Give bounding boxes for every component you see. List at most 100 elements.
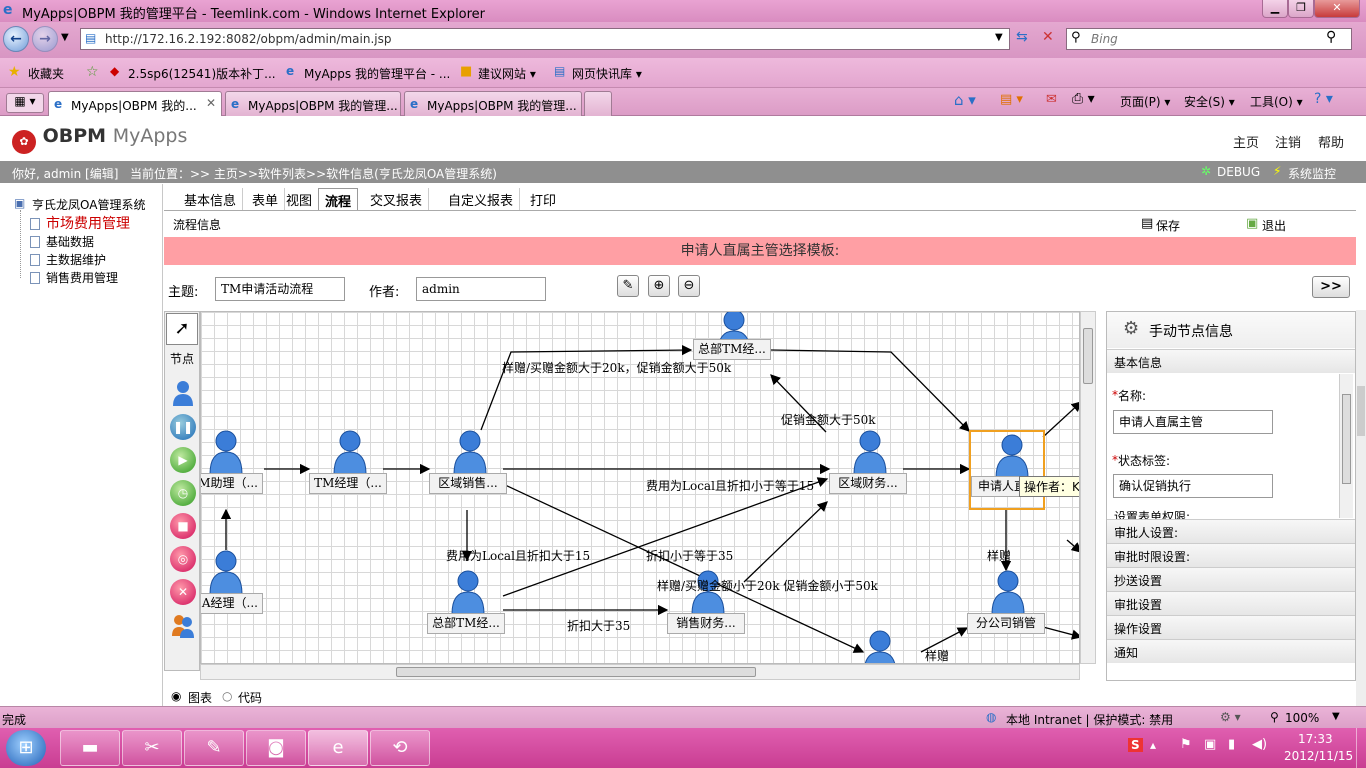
help-link[interactable]: 帮助 bbox=[1318, 132, 1344, 151]
clock-time[interactable]: 17:33 bbox=[1298, 732, 1333, 746]
flow-node[interactable]: M助理（... bbox=[201, 430, 263, 496]
browser-tab-1[interactable]: e MyApps|OBPM 我的... ✕ bbox=[48, 91, 222, 116]
section-cc[interactable]: 抄送设置 bbox=[1107, 567, 1355, 591]
tree-root[interactable]: 亨氏龙凤OA管理系统 bbox=[32, 196, 145, 213]
flow-node[interactable]: 区域财务... bbox=[829, 430, 907, 496]
maximize-button[interactable]: ❐ bbox=[1288, 0, 1314, 18]
history-dropdown-icon[interactable]: ▼ bbox=[61, 32, 69, 43]
help-icon[interactable]: ? ▾ bbox=[1314, 91, 1333, 107]
url-input[interactable]: http://172.16.2.192:8082/obpm/admin/main… bbox=[80, 28, 1010, 50]
network-icon[interactable]: ▣ bbox=[1204, 737, 1216, 752]
zoom-in-icon[interactable]: ⊕ bbox=[648, 275, 670, 297]
favorites-button[interactable]: 收藏夹 bbox=[28, 65, 64, 82]
search-icon[interactable]: ⚲ bbox=[1326, 29, 1336, 45]
section-basic-info[interactable]: 基本信息 bbox=[1107, 349, 1355, 373]
user-greeting[interactable]: 你好, admin [编辑] bbox=[12, 165, 118, 182]
zoom-level[interactable]: 100% bbox=[1285, 711, 1319, 725]
flow-canvas[interactable]: M助理（... TM经理（... 区域销售... 总部TM经... 区域财务..… bbox=[200, 311, 1080, 664]
print-icon[interactable]: ⎙ ▾ bbox=[1072, 91, 1095, 107]
scroll-thumb[interactable] bbox=[1357, 386, 1365, 436]
tab-cross-report[interactable]: 交叉报表 bbox=[364, 188, 430, 210]
start-node-icon[interactable]: ▶ bbox=[170, 447, 196, 473]
tree-item-basic-data[interactable]: 基础数据 bbox=[30, 233, 94, 250]
scroll-thumb[interactable] bbox=[1342, 394, 1351, 484]
flow-node[interactable] bbox=[839, 630, 917, 663]
tools-menu[interactable]: 工具(O) ▾ bbox=[1250, 93, 1303, 110]
flow-node[interactable]: 分公司销管 bbox=[967, 570, 1045, 636]
manual-node-tool[interactable] bbox=[172, 380, 194, 406]
ime-icon[interactable]: S bbox=[1128, 738, 1143, 752]
system-monitor-link[interactable]: 系统监控 bbox=[1288, 165, 1336, 182]
fav-link-patch[interactable]: 2.5sp6(12541)版本补丁... bbox=[128, 65, 276, 82]
home-link[interactable]: 主页 bbox=[1233, 132, 1259, 151]
tab-flow[interactable]: 流程 bbox=[318, 188, 359, 210]
eraser-icon[interactable]: ✎ bbox=[617, 275, 639, 297]
debug-link[interactable]: DEBUG bbox=[1217, 165, 1260, 179]
tree-item-master-data[interactable]: 主数据维护 bbox=[30, 251, 106, 268]
section-approver[interactable]: 审批人设置: bbox=[1107, 519, 1355, 543]
radio-unselected-icon[interactable]: ○ bbox=[222, 689, 232, 703]
scroll-thumb[interactable] bbox=[1083, 328, 1093, 384]
node-name-input[interactable]: 申请人直属主管 bbox=[1113, 410, 1273, 434]
view-option-diagram[interactable]: 图表 bbox=[188, 689, 212, 706]
home-icon[interactable]: ⌂ ▾ bbox=[954, 91, 976, 109]
section-notify[interactable]: 通知 bbox=[1107, 639, 1355, 663]
close-window-button[interactable]: ✕ bbox=[1314, 0, 1360, 18]
snipping-taskbar-icon[interactable]: ✂ bbox=[122, 730, 182, 766]
close-tab-icon[interactable]: ✕ bbox=[206, 96, 216, 110]
exit-button[interactable]: 退出 bbox=[1262, 217, 1286, 234]
outlook-taskbar-icon[interactable]: ◙ bbox=[246, 730, 306, 766]
stop-icon[interactable]: ✕ bbox=[1042, 29, 1054, 45]
clock-date[interactable]: 2012/11/15 bbox=[1284, 749, 1353, 763]
view-option-code[interactable]: 代码 bbox=[238, 689, 262, 706]
state-input[interactable]: 确认促销执行 bbox=[1113, 474, 1273, 498]
forward-button[interactable]: → bbox=[32, 26, 58, 52]
browser-tab-2[interactable]: e MyApps|OBPM 我的管理... bbox=[225, 91, 401, 116]
refresh-icon[interactable]: ⇆ bbox=[1016, 29, 1028, 45]
panel-scrollbar[interactable] bbox=[1339, 374, 1353, 518]
safety-menu[interactable]: 安全(S) ▾ bbox=[1184, 93, 1235, 110]
flow-node[interactable]: TM经理（... bbox=[309, 430, 387, 496]
feeds-icon[interactable]: ▤ ▾ bbox=[1000, 92, 1023, 107]
addons-icon[interactable]: ⚙ ▾ bbox=[1220, 710, 1241, 724]
flow-node[interactable]: A经理（... bbox=[201, 550, 263, 616]
page-scrollbar[interactable] bbox=[1356, 310, 1366, 706]
flow-node-selected[interactable]: 申请人直 bbox=[969, 430, 1045, 510]
fav-web-slice[interactable]: 网页快讯库 ▾ bbox=[572, 65, 642, 82]
zoom-out-icon[interactable]: ⊖ bbox=[678, 275, 700, 297]
subflow-node-icon[interactable] bbox=[170, 612, 196, 638]
arrow-tool-icon[interactable]: ➚ bbox=[166, 313, 198, 345]
flow-node[interactable]: 总部TM经... bbox=[427, 570, 505, 636]
terminate-node-icon[interactable]: ◎ bbox=[170, 546, 196, 572]
start-button[interactable]: ⊞ bbox=[6, 730, 46, 766]
quick-tabs-button[interactable]: ▦ ▾ bbox=[6, 93, 44, 113]
scroll-thumb[interactable] bbox=[396, 667, 756, 677]
url-dropdown-icon[interactable]: ▼ bbox=[995, 32, 1003, 43]
show-hidden-icons-icon[interactable]: ▴ bbox=[1150, 738, 1156, 752]
flag-icon[interactable]: ⚑ bbox=[1180, 737, 1192, 752]
browser-tab-3[interactable]: e MyApps|OBPM 我的管理... bbox=[404, 91, 582, 116]
section-time-limit[interactable]: 审批时限设置: bbox=[1107, 543, 1355, 567]
canvas-horizontal-scrollbar[interactable] bbox=[200, 664, 1080, 680]
pause-node-icon[interactable]: ❚❚ bbox=[170, 414, 196, 440]
section-operations[interactable]: 操作设置 bbox=[1107, 615, 1355, 639]
app-taskbar-icon[interactable]: ⟲ bbox=[370, 730, 430, 766]
search-input[interactable]: Bing bbox=[1066, 28, 1352, 50]
add-favorite-icon[interactable]: ☆ bbox=[86, 64, 99, 80]
tab-view[interactable]: 视图 bbox=[280, 188, 320, 210]
tool-taskbar-icon[interactable]: ✎ bbox=[184, 730, 244, 766]
volume-icon[interactable]: ◀) bbox=[1252, 737, 1267, 752]
subject-input[interactable]: TM申请活动流程 bbox=[215, 277, 345, 301]
show-desktop-button[interactable] bbox=[1356, 728, 1366, 768]
tab-print[interactable]: 打印 bbox=[524, 188, 562, 210]
mail-icon[interactable]: ✉ bbox=[1046, 92, 1057, 107]
radio-selected-icon[interactable]: ◉ bbox=[171, 689, 181, 703]
logout-link[interactable]: 注销 bbox=[1275, 132, 1301, 151]
tab-basic-info[interactable]: 基本信息 bbox=[178, 188, 244, 210]
author-input[interactable]: admin bbox=[416, 277, 546, 301]
minimize-button[interactable]: ▁ bbox=[1262, 0, 1288, 18]
save-button[interactable]: 保存 bbox=[1156, 217, 1180, 234]
explorer-taskbar-icon[interactable]: ▬ bbox=[60, 730, 120, 766]
section-approval[interactable]: 审批设置 bbox=[1107, 591, 1355, 615]
zone-text[interactable]: 本地 Intranet | 保护模式: 禁用 bbox=[1006, 711, 1173, 728]
